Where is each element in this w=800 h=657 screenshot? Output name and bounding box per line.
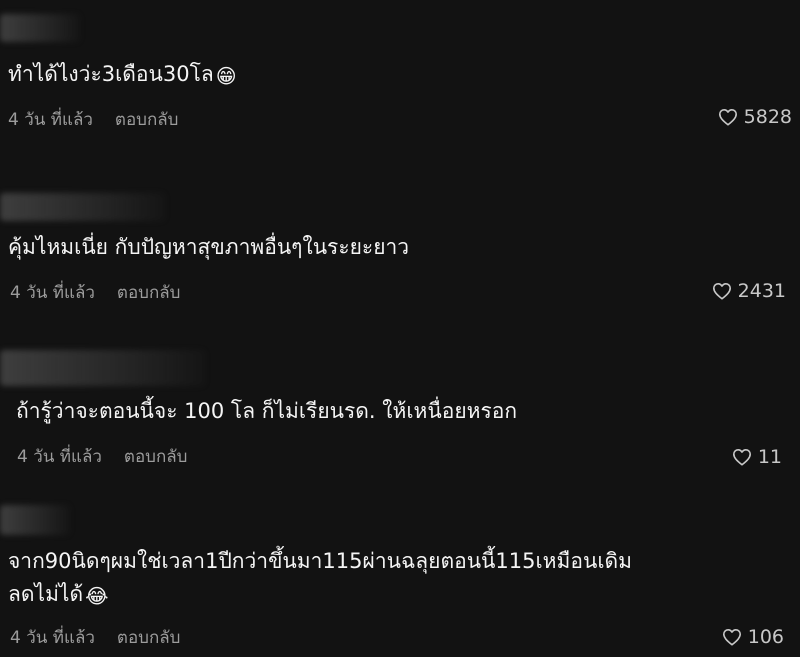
comment-text-line: จาก90นิดๆผมใช่เวลา1ปีกว่าขึ้นมา115ผ่านฉล… <box>8 549 632 573</box>
heart-icon <box>722 628 741 646</box>
comment-meta: 4 วัน ที่แล้ว ตอบกลับ <box>10 624 180 651</box>
comment-time: 4 วัน ที่แล้ว <box>10 628 95 648</box>
blurred-username <box>0 505 70 535</box>
like-button[interactable]: 106 <box>722 626 784 648</box>
laughing-emoji: 😂 <box>85 584 109 608</box>
like-count: 106 <box>747 626 784 648</box>
comment-item: จาก90นิดๆผมใช่เวลา1ปีกว่าขึ้นมา115ผ่านฉล… <box>0 0 800 657</box>
reply-button[interactable]: ตอบกลับ <box>117 624 181 651</box>
comment-text-content: ลดไม่ได้ <box>8 582 84 606</box>
comment-text-line: ลดไม่ได้ 😂 <box>8 578 632 611</box>
comment-text: จาก90นิดๆผมใช่เวลา1ปีกว่าขึ้นมา115ผ่านฉล… <box>8 545 632 611</box>
